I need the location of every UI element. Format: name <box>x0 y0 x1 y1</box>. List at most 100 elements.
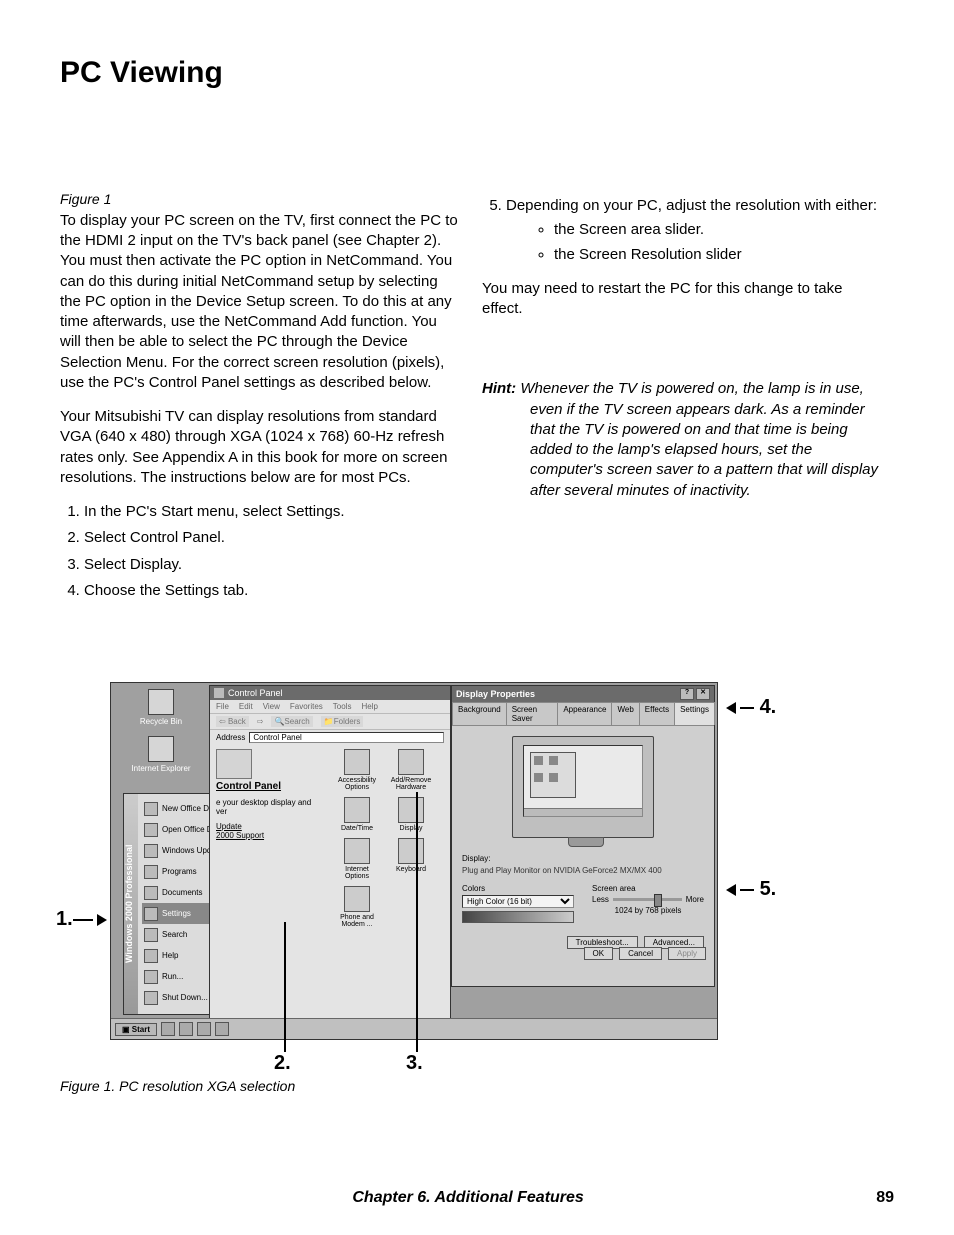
cp-display[interactable]: Display <box>390 797 432 832</box>
cp-titlebar[interactable]: Control Panel <box>210 686 450 700</box>
start-menu-strip: Windows 2000 Professional <box>124 794 138 1014</box>
tab-background[interactable]: Background <box>452 702 507 725</box>
cancel-button[interactable]: Cancel <box>619 947 662 960</box>
restart-note: You may need to restart the PC for this … <box>482 279 882 320</box>
tray-icon[interactable] <box>215 1022 229 1036</box>
monitor-preview <box>512 736 654 838</box>
start-button[interactable]: ▣ Start <box>115 1023 157 1036</box>
control-panel-big-icon <box>216 749 252 779</box>
resolution-value: 1024 by 768 pixels <box>615 906 682 915</box>
folders-button[interactable]: 📁Folders <box>321 716 364 727</box>
slider-thumb-icon[interactable] <box>654 894 662 907</box>
menu-file[interactable]: File <box>216 702 229 711</box>
screen-area-group: Screen area Less More 1024 by 768 pixels <box>592 884 704 923</box>
cp-desc1: e your desktop display and ver <box>216 798 312 816</box>
forward-icon[interactable]: ⇨ <box>257 717 264 726</box>
dp-tabs: Background Screen Saver Appearance Web E… <box>452 702 714 726</box>
cp-keyboard[interactable]: Keyboard <box>390 838 432 880</box>
less-label: Less <box>592 895 609 904</box>
menu-favorites[interactable]: Favorites <box>290 702 323 711</box>
tab-web[interactable]: Web <box>611 702 639 725</box>
area-label: Screen area <box>592 884 704 893</box>
steps-list-right: Depending on your PC, adjust the resolut… <box>482 196 882 265</box>
taskbar: ▣ Start <box>111 1018 717 1039</box>
tab-effects[interactable]: Effects <box>639 702 675 725</box>
page: PC Viewing Figure 1 To display your PC s… <box>0 0 954 1235</box>
colors-label: Colors <box>462 884 574 893</box>
right-column: Depending on your PC, adjust the resolut… <box>482 190 882 613</box>
tab-appearance[interactable]: Appearance <box>557 702 612 725</box>
hint-paragraph: Hint: Whenever the TV is powered on, the… <box>482 379 882 501</box>
hint-body: Whenever the TV is powered on, the lamp … <box>520 380 878 498</box>
run-icon <box>144 970 158 984</box>
cp-link-update[interactable]: Update <box>216 822 312 831</box>
document-open-icon <box>144 823 158 837</box>
cp-address-bar: Address Control Panel <box>210 730 450 745</box>
area-slider[interactable]: Less More 1024 by 768 pixels <box>592 895 704 915</box>
menu-tools[interactable]: Tools <box>333 702 352 711</box>
ie-icon <box>148 736 174 762</box>
search-button[interactable]: 🔍Search <box>271 716 312 727</box>
display-properties-window: Display Properties ? ✕ Background Screen… <box>451 685 715 987</box>
folder-icon <box>214 688 224 698</box>
preview-taskbar <box>524 808 642 816</box>
settings-icon <box>144 907 158 921</box>
cp-link-2000[interactable]: 2000 Support <box>216 831 312 840</box>
search-icon <box>144 928 158 942</box>
accessibility-icon <box>344 749 370 775</box>
callout-3-line <box>416 792 418 1052</box>
tab-screensaver[interactable]: Screen Saver <box>506 702 559 725</box>
menu-view[interactable]: View <box>263 702 280 711</box>
more-label: More <box>686 895 704 904</box>
colors-group: Colors High Color (16 bit) <box>462 884 574 923</box>
recycle-bin-icon <box>148 689 174 715</box>
callout-3: 3. <box>406 1052 423 1075</box>
close-button[interactable]: ✕ <box>696 688 710 700</box>
tray-icon[interactable] <box>161 1022 175 1036</box>
tray-icon[interactable] <box>197 1022 211 1036</box>
apply-button[interactable]: Apply <box>668 947 706 960</box>
display-icon <box>398 797 424 823</box>
clock-icon <box>344 797 370 823</box>
address-field[interactable]: Control Panel <box>249 732 444 743</box>
menu-help[interactable]: Help <box>361 702 377 711</box>
phone-icon <box>344 886 370 912</box>
document-icon <box>144 802 158 816</box>
desktop-icon-ie[interactable]: Internet Explorer <box>121 736 201 773</box>
figure-reference: Figure 1 <box>60 190 460 209</box>
step-5: Depending on your PC, adjust the resolut… <box>506 196 882 265</box>
documents-icon <box>144 886 158 900</box>
color-gradient-icon <box>462 911 574 923</box>
help-icon <box>144 949 158 963</box>
page-title: PC Viewing <box>60 56 894 90</box>
colors-select[interactable]: High Color (16 bit) <box>462 895 574 908</box>
callout-2-line <box>284 922 286 1052</box>
intro-paragraph-1: To display your PC screen on the TV, fir… <box>60 211 460 393</box>
recycle-label: Recycle Bin <box>121 717 201 726</box>
tray-icon[interactable] <box>179 1022 193 1036</box>
preview-window-icon <box>530 752 576 798</box>
shutdown-icon <box>144 991 158 1005</box>
cp-add-remove-hw[interactable]: Add/Remove Hardware <box>390 749 432 791</box>
cp-internet[interactable]: Internet Options <box>336 838 378 880</box>
cp-accessibility[interactable]: Accessibility Options <box>336 749 378 791</box>
cp-info-panel: Control Panel e your desktop display and… <box>216 749 312 840</box>
ok-button[interactable]: OK <box>584 947 614 960</box>
menu-edit[interactable]: Edit <box>239 702 253 711</box>
monitor-screen <box>523 745 643 817</box>
callout-2: 2. <box>274 1052 291 1075</box>
tab-settings[interactable]: Settings <box>674 702 715 725</box>
internet-icon <box>344 838 370 864</box>
screenshot: Recycle Bin Internet Explorer Windows 20… <box>110 682 718 1040</box>
footer: Chapter 6. Additional Features 89 <box>60 1189 894 1207</box>
cp-phone-modem[interactable]: Phone and Modem ... <box>336 886 378 928</box>
steps-list-left: In the PC's Start menu, select Settings.… <box>60 502 460 601</box>
display-value: Plug and Play Monitor on NVIDIA GeForce2… <box>462 866 662 875</box>
desktop-icon-recycle[interactable]: Recycle Bin <box>121 689 201 726</box>
cp-datetime[interactable]: Date/Time <box>336 797 378 832</box>
dp-titlebar[interactable]: Display Properties ? ✕ <box>452 686 714 702</box>
back-button[interactable]: ⇦ Back <box>216 716 249 727</box>
step-5-bullets: the Screen area slider. the Screen Resol… <box>506 220 882 265</box>
help-button[interactable]: ? <box>680 688 694 700</box>
monitor-stand-icon <box>568 837 604 847</box>
